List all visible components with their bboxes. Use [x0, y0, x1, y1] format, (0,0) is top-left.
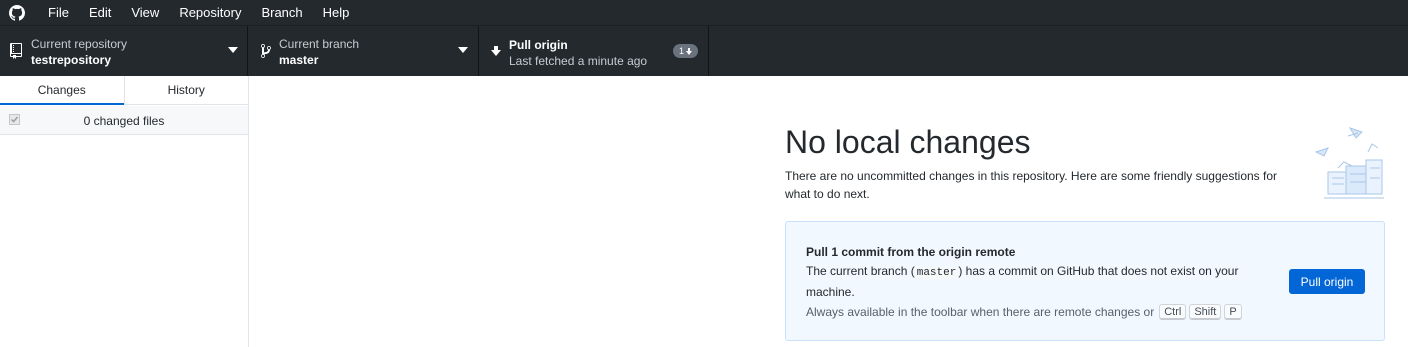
tab-changes[interactable]: Changes [0, 76, 124, 105]
branch-label: Current branch [279, 37, 360, 51]
changed-files-header: 0 changed files [0, 106, 248, 135]
menu-bar: File Edit View Repository Branch Help [0, 0, 1408, 25]
page-title: No local changes [785, 124, 1031, 160]
repo-icon [10, 43, 22, 59]
tab-bar: Changes History [0, 76, 248, 105]
empty-state-illustration [1314, 127, 1384, 199]
card-description: The current branch (master) has a commit… [806, 262, 1261, 302]
arrow-down-icon [686, 47, 692, 55]
branch-code: master [914, 267, 959, 279]
menu-help[interactable]: Help [313, 0, 360, 25]
kbd-p: P [1224, 304, 1242, 320]
chevron-down-icon [458, 47, 468, 53]
kbd-shift: Shift [1189, 304, 1222, 320]
card-desc-text: The current branch ( [806, 264, 915, 278]
last-fetched-text: Last fetched a minute ago [509, 54, 648, 68]
branch-name: master [279, 53, 319, 67]
current-branch-dropdown[interactable]: Current branch master [248, 26, 479, 76]
current-repository-dropdown[interactable]: Current repository testrepository [0, 26, 248, 76]
keyboard-hint: Always available in the toolbar when the… [806, 304, 1242, 320]
badge-count: 1 [678, 46, 684, 56]
tab-history[interactable]: History [123, 76, 248, 105]
changed-files-count: 0 changed files [83, 114, 165, 128]
page-description: There are no uncommitted changes in this… [785, 169, 1278, 201]
repository-label: Current repository [31, 37, 128, 51]
chevron-down-icon [228, 47, 238, 53]
menu-view[interactable]: View [121, 0, 169, 25]
commits-behind-badge: 1 [673, 44, 698, 58]
menu-file[interactable]: File [38, 0, 79, 25]
menu-edit[interactable]: Edit [79, 0, 121, 25]
pull-suggestion-card: Pull 1 commit from the origin remote The… [785, 221, 1385, 341]
pull-origin-label: Pull origin [509, 38, 568, 52]
github-icon[interactable] [8, 4, 26, 22]
arrow-down-icon [491, 46, 501, 56]
card-title: Pull 1 commit from the origin remote [806, 245, 1016, 259]
toolbar: Current repository testrepository Curren… [0, 25, 1408, 76]
menu-branch[interactable]: Branch [251, 0, 312, 25]
hint-text: Always available in the toolbar when the… [806, 305, 1155, 319]
menu-repository[interactable]: Repository [169, 0, 251, 25]
kbd-ctrl: Ctrl [1159, 304, 1187, 320]
pull-origin-card-button[interactable]: Pull origin [1289, 269, 1365, 294]
branch-icon [261, 43, 271, 58]
repository-name: testrepository [31, 53, 112, 67]
sidebar: Changes History 0 changed files [0, 76, 249, 347]
